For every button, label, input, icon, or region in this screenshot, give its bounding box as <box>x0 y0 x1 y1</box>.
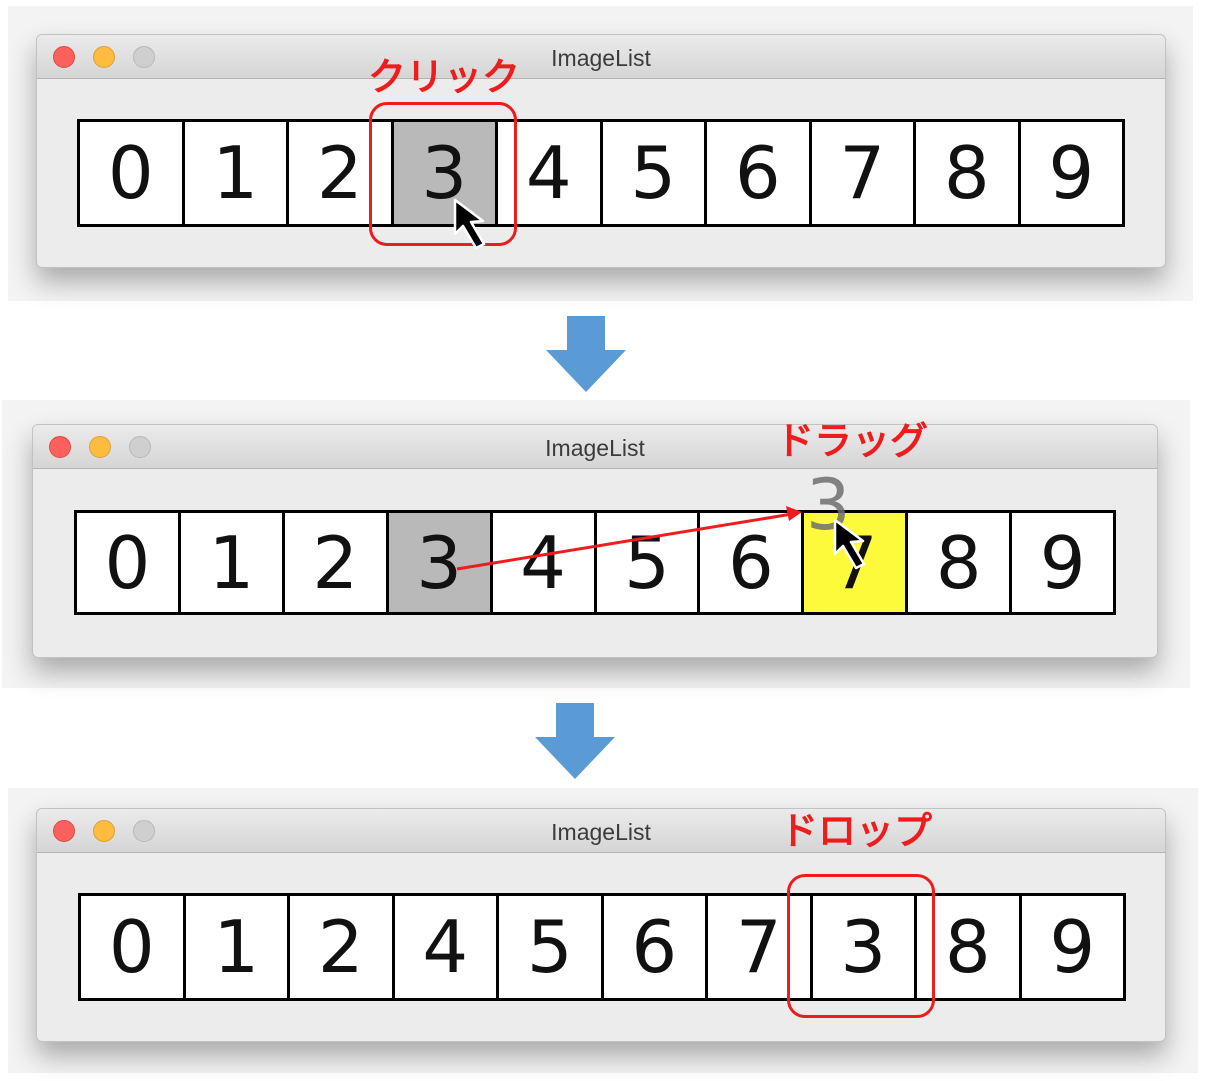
title-bar[interactable]: ImageList <box>33 425 1157 469</box>
list-item[interactable]: 1 <box>180 513 282 612</box>
list-item[interactable]: 4 <box>394 896 496 998</box>
list-item[interactable]: 0 <box>81 896 183 998</box>
drop-highlight-ring <box>787 874 935 1018</box>
list-item[interactable]: 5 <box>602 122 704 224</box>
dragged-item-ghost: 3 <box>806 464 851 546</box>
list-item[interactable]: 0 <box>77 513 178 612</box>
list-item[interactable]: 2 <box>290 896 392 998</box>
list-item[interactable]: 1 <box>185 896 287 998</box>
window-title: ImageList <box>551 819 651 845</box>
drop-annotation: ドロップ <box>780 809 933 853</box>
list-item[interactable]: 1 <box>184 122 286 224</box>
window-title: ImageList <box>545 435 645 461</box>
list-item[interactable]: 6 <box>603 896 705 998</box>
image-list: 0 1 2 3 4 5 6 7 8 9 <box>74 510 1116 615</box>
list-item[interactable]: 8 <box>908 513 1010 612</box>
drag-annotation: ドラッグ <box>776 419 929 463</box>
title-bar[interactable]: ImageList <box>37 809 1165 853</box>
list-item[interactable]: 8 <box>916 122 1018 224</box>
list-item[interactable]: 5 <box>596 513 698 612</box>
image-list: 0 1 2 3 4 5 6 7 8 9 <box>77 119 1125 227</box>
list-item[interactable]: 4 <box>492 513 594 612</box>
list-item[interactable]: 9 <box>1020 122 1122 224</box>
list-item[interactable]: 2 <box>284 513 386 612</box>
list-item[interactable]: 9 <box>1021 896 1123 998</box>
window-step-drop: ImageList 0 1 2 4 5 6 7 3 8 9 <box>36 808 1166 1042</box>
list-item[interactable]: 6 <box>700 513 802 612</box>
click-annotation: クリック <box>368 55 521 99</box>
list-item[interactable]: 7 <box>811 122 913 224</box>
list-item[interactable]: 5 <box>499 896 601 998</box>
title-bar[interactable]: ImageList <box>37 35 1165 79</box>
window-title: ImageList <box>551 45 651 71</box>
list-item[interactable]: 6 <box>707 122 809 224</box>
list-item[interactable]: 9 <box>1012 513 1114 612</box>
list-item-selected[interactable]: 3 <box>388 513 490 612</box>
window-step-click: ImageList 0 1 2 3 4 5 6 7 8 9 <box>36 34 1166 268</box>
window-step-drag: ImageList 0 1 2 3 4 5 6 7 8 9 <box>32 424 1158 658</box>
click-highlight-ring <box>369 102 517 246</box>
list-item[interactable]: 0 <box>80 122 182 224</box>
image-list: 0 1 2 4 5 6 7 3 8 9 <box>78 893 1126 1001</box>
